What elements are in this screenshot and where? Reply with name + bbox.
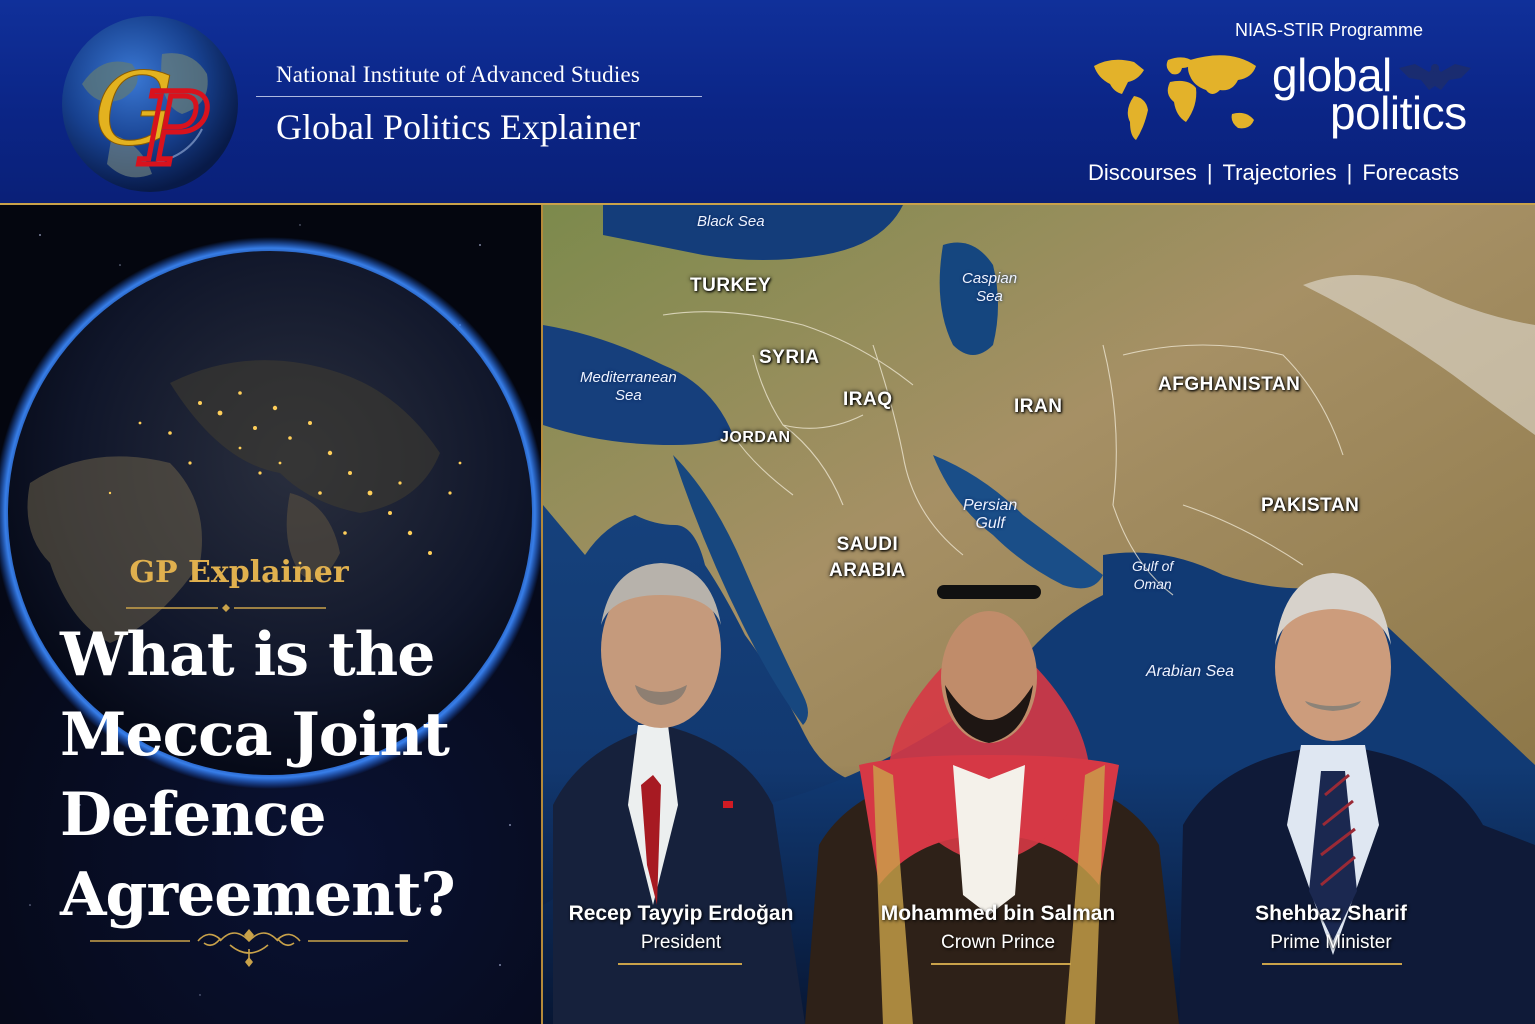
caption-rule bbox=[931, 963, 1071, 965]
leader-name-erdogan: Recep Tayyip Erdoğan bbox=[568, 902, 794, 925]
explainer-title-panel: GP Explainer What is the Mecca Joint Def… bbox=[0, 205, 541, 1024]
series-title: Global Politics Explainer bbox=[276, 107, 640, 147]
institute-name: National Institute of Advanced Studies bbox=[276, 62, 641, 87]
gold-flourish-ornament bbox=[90, 929, 408, 967]
tag-trajectories: Trajectories bbox=[1222, 160, 1337, 185]
tag-discourses: Discourses bbox=[1088, 160, 1197, 185]
leader-name-sharif: Shehbaz Sharif bbox=[1255, 902, 1407, 925]
leader-role-erdogan: President bbox=[640, 932, 722, 953]
title-line-2: Mecca Joint bbox=[60, 700, 450, 770]
svg-text:P: P bbox=[138, 71, 209, 188]
institute-divider bbox=[256, 96, 702, 97]
tag-forecasts: Forecasts bbox=[1362, 160, 1459, 185]
leader-role-mbs: Crown Prince bbox=[940, 932, 1056, 953]
middle-east-map: TURKEY SYRIA IRAQ JORDAN IRAN AFGHANISTA… bbox=[543, 205, 1535, 1024]
eagle-emblem-icon bbox=[1399, 64, 1471, 90]
caption-rule bbox=[1262, 963, 1402, 965]
title-line-1: What is the bbox=[60, 620, 435, 690]
caption-rule bbox=[618, 963, 742, 965]
tag-separator: | bbox=[1206, 160, 1213, 185]
explainer-title: What is the Mecca Joint Defence Agreemen… bbox=[60, 615, 530, 935]
title-line-3: Defence bbox=[60, 780, 327, 850]
gp-globe-logo: G P bbox=[62, 16, 238, 192]
header-banner: G P National Institute of Advanced Studi… bbox=[0, 0, 1535, 205]
explainer-kicker: GP Explainer bbox=[129, 555, 349, 590]
leader-role-sharif: Prime Minister bbox=[1270, 932, 1392, 953]
tagline: Discourses | Trajectories | Forecasts bbox=[1088, 160, 1459, 186]
programme-name: NIAS-STIR Programme bbox=[1234, 20, 1424, 40]
world-map-icon bbox=[1094, 55, 1256, 140]
leader-name-mbs: Mohammed bin Salman bbox=[880, 902, 1116, 925]
kicker-ornament bbox=[126, 604, 326, 612]
tag-separator: | bbox=[1346, 160, 1353, 185]
